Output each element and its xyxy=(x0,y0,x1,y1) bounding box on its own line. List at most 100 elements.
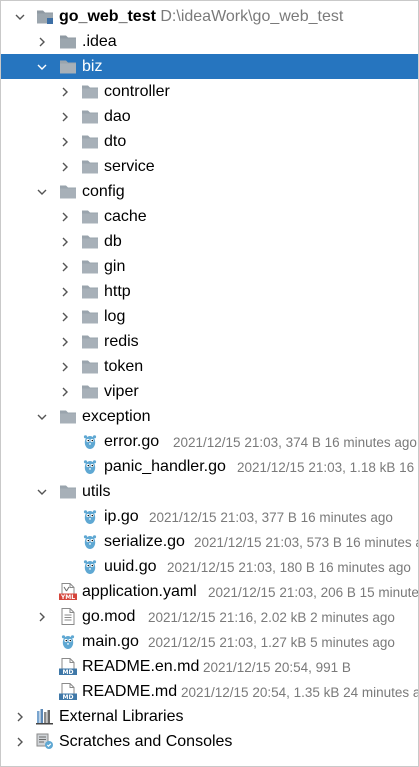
file-meta: 2021/12/15 21:03, 1.27 kB 5 minutes ago xyxy=(148,635,395,650)
tree-row-scratches[interactable]: Scratches and Consoles xyxy=(1,729,418,754)
file-meta: 2021/12/15 21:03, 1.18 kB 16 minutes ago xyxy=(237,460,418,475)
chevron-right-icon[interactable] xyxy=(59,311,71,323)
file-label: README.en.md xyxy=(82,658,200,675)
go-file-icon xyxy=(81,458,99,475)
tree-row-readme-en-md[interactable]: README.en.md 2021/12/15 20:54, 991 B xyxy=(1,654,418,679)
tree-row-gin[interactable]: gin xyxy=(1,254,418,279)
chevron-down-icon[interactable] xyxy=(14,11,26,23)
tree-row-ip-go[interactable]: ip.go 2021/12/15 21:03, 377 B 16 minutes… xyxy=(1,504,418,529)
tree-row-exception[interactable]: exception xyxy=(1,404,418,429)
chevron-right-icon[interactable] xyxy=(36,611,48,623)
chevron-right-icon[interactable] xyxy=(59,211,71,223)
tree-row-redis[interactable]: redis xyxy=(1,329,418,354)
file-label: panic_handler.go xyxy=(104,458,226,475)
folder-label: token xyxy=(104,358,144,375)
scratches-icon xyxy=(36,733,54,750)
folder-icon xyxy=(59,58,77,75)
folder-label: redis xyxy=(104,333,139,350)
file-meta: 2021/12/15 21:03, 377 B 16 minutes ago xyxy=(149,510,393,525)
tree-row-log[interactable]: log xyxy=(1,304,418,329)
chevron-right-icon[interactable] xyxy=(59,136,71,148)
tree-row-external-libraries[interactable]: External Libraries xyxy=(1,704,418,729)
file-label: main.go xyxy=(82,633,139,650)
folder-icon xyxy=(59,183,77,200)
md-file-icon xyxy=(59,683,77,700)
chevron-right-icon[interactable] xyxy=(59,161,71,173)
chevron-right-icon[interactable] xyxy=(59,86,71,98)
chevron-right-icon[interactable] xyxy=(59,336,71,348)
folder-icon xyxy=(81,383,99,400)
folder-icon xyxy=(81,283,99,300)
tree-row-readme-md[interactable]: README.md 2021/12/15 20:54, 1.35 kB 24 m… xyxy=(1,679,418,704)
folder-label: cache xyxy=(104,208,147,225)
go-file-icon xyxy=(81,558,99,575)
tree-row-uuid-go[interactable]: uuid.go 2021/12/15 21:03, 180 B 16 minut… xyxy=(1,554,418,579)
folder-icon xyxy=(81,133,99,150)
chevron-right-icon[interactable] xyxy=(59,286,71,298)
folder-label: http xyxy=(104,283,131,300)
folder-label: dao xyxy=(104,108,131,125)
tree-row-dao[interactable]: dao xyxy=(1,104,418,129)
chevron-right-icon[interactable] xyxy=(36,36,48,48)
tree-row-cache[interactable]: cache xyxy=(1,204,418,229)
tree-row-main-go[interactable]: main.go 2021/12/15 21:03, 1.27 kB 5 minu… xyxy=(1,629,418,654)
chevron-right-icon[interactable] xyxy=(14,711,26,723)
tree-row-viper[interactable]: viper xyxy=(1,379,418,404)
yml-file-icon xyxy=(59,583,77,600)
go-file-icon xyxy=(59,633,77,650)
tree-row-serialize-go[interactable]: serialize.go 2021/12/15 21:03, 573 B 16 … xyxy=(1,529,419,554)
file-label: application.yaml xyxy=(82,583,197,600)
chevron-right-icon[interactable] xyxy=(14,736,26,748)
folder-icon xyxy=(59,408,77,425)
folder-icon xyxy=(81,158,99,175)
tree-row-service[interactable]: service xyxy=(1,154,418,179)
folder-label: dto xyxy=(104,133,127,150)
node-label: Scratches and Consoles xyxy=(59,733,233,750)
folder-icon xyxy=(81,83,99,100)
file-meta: 2021/12/15 21:03, 374 B 16 minutes ago xyxy=(173,435,417,450)
file-meta: 2021/12/15 21:03, 573 B 16 minutes ago xyxy=(194,535,419,550)
project-tree: go_web_test D:\ideaWork\go_web_test .ide… xyxy=(1,4,419,754)
folder-icon xyxy=(81,208,99,225)
chevron-right-icon[interactable] xyxy=(59,361,71,373)
file-label: error.go xyxy=(104,433,160,450)
tree-row-utils[interactable]: utils xyxy=(1,479,418,504)
file-label: uuid.go xyxy=(104,558,157,575)
project-folder-icon xyxy=(36,8,54,25)
project-root-label: go_web_test D:\ideaWork\go_web_test xyxy=(59,8,344,25)
folder-label: viper xyxy=(104,383,139,400)
folder-label: controller xyxy=(104,83,170,100)
folder-label: gin xyxy=(104,258,126,275)
tree-row-project-root[interactable]: go_web_test D:\ideaWork\go_web_test xyxy=(1,4,418,29)
chevron-down-icon[interactable] xyxy=(36,486,48,498)
go-file-icon xyxy=(81,533,99,550)
folder-label: db xyxy=(104,233,122,250)
chevron-right-icon[interactable] xyxy=(59,386,71,398)
tree-row-controller[interactable]: controller xyxy=(1,79,418,104)
folder-label: biz xyxy=(82,58,103,75)
chevron-right-icon[interactable] xyxy=(59,236,71,248)
tree-row-error-go[interactable]: error.go 2021/12/15 21:03, 374 B 16 minu… xyxy=(1,429,418,454)
libraries-icon xyxy=(36,708,54,725)
tree-row-application-yaml[interactable]: application.yaml 2021/12/15 21:03, 206 B… xyxy=(1,579,418,604)
folder-icon xyxy=(81,358,99,375)
tree-row-dto[interactable]: dto xyxy=(1,129,418,154)
md-file-icon xyxy=(59,658,77,675)
folder-icon xyxy=(81,308,99,325)
folder-icon xyxy=(59,483,77,500)
chevron-down-icon[interactable] xyxy=(36,186,48,198)
chevron-right-icon[interactable] xyxy=(59,261,71,273)
tree-row-idea[interactable]: .idea xyxy=(1,29,418,54)
tree-row-token[interactable]: token xyxy=(1,354,418,379)
tree-row-go-mod[interactable]: go.mod 2021/12/15 21:16, 2.02 kB 2 minut… xyxy=(1,604,418,629)
tree-row-biz[interactable]: biz xyxy=(1,54,418,79)
tree-row-panic-handler-go[interactable]: panic_handler.go 2021/12/15 21:03, 1.18 … xyxy=(1,454,418,479)
tree-row-config[interactable]: config xyxy=(1,179,418,204)
tree-row-http[interactable]: http xyxy=(1,279,418,304)
chevron-down-icon[interactable] xyxy=(36,411,48,423)
chevron-right-icon[interactable] xyxy=(59,111,71,123)
chevron-down-icon[interactable] xyxy=(36,61,48,73)
file-label: go.mod xyxy=(82,608,136,625)
tree-row-db[interactable]: db xyxy=(1,229,418,254)
file-meta: 2021/12/15 21:03, 180 B 16 minutes ago xyxy=(167,560,411,575)
